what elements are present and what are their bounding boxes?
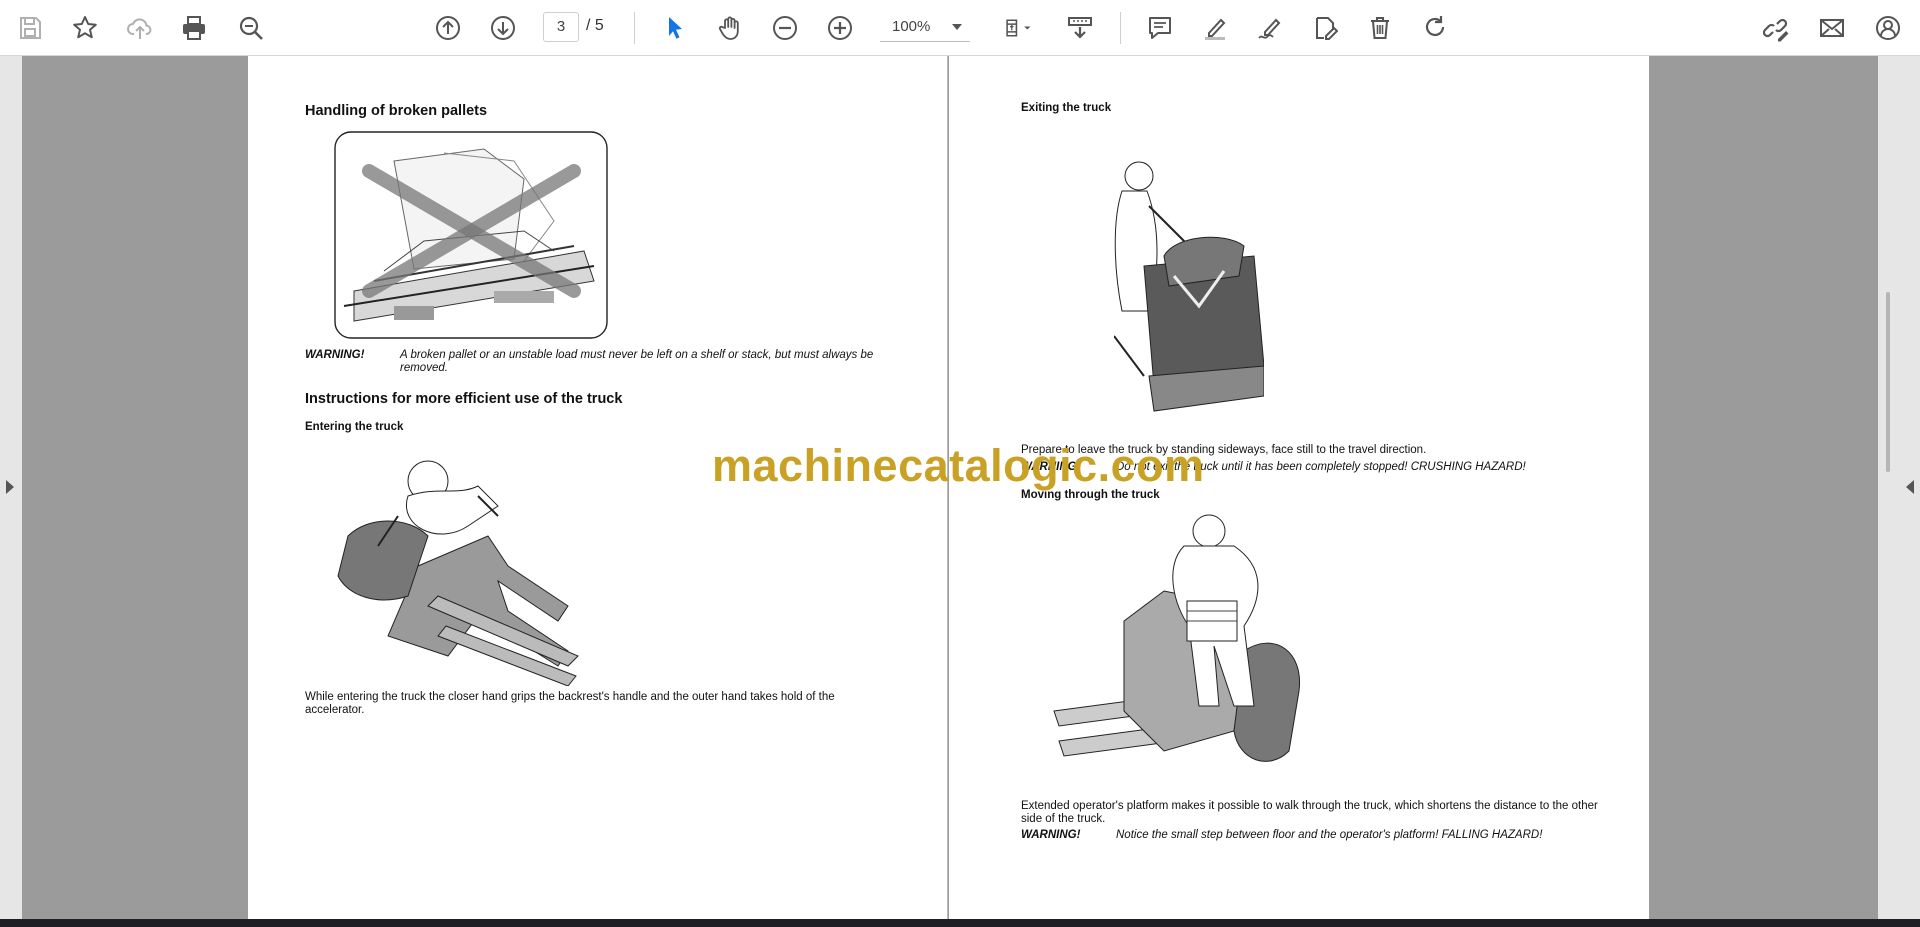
previous-page-icon[interactable] <box>428 8 468 48</box>
body-text-line: accelerator. <box>305 704 365 716</box>
next-page-icon[interactable] <box>483 8 523 48</box>
draw-freehand-icon[interactable] <box>1250 8 1290 48</box>
watermark-text: machinecatalogic.com <box>712 440 1205 491</box>
stamp-edit-icon[interactable] <box>1305 8 1345 48</box>
zoom-level-value: 100% <box>892 18 931 35</box>
warning-text-line: removed. <box>400 362 448 374</box>
warning-label: WARNING! <box>305 349 365 361</box>
zoom-level-dropdown[interactable]: 100% <box>880 12 970 42</box>
email-envelope-icon[interactable] <box>1812 8 1852 48</box>
entering-truck-illustration <box>337 460 579 686</box>
vertical-scrollbar[interactable] <box>1886 292 1890 472</box>
toolbar-divider <box>1120 12 1121 44</box>
page-total: / 5 <box>586 17 604 34</box>
expand-right-panel-icon[interactable] <box>1906 480 1914 494</box>
body-text-line: While entering the truck the closer hand… <box>305 691 835 703</box>
highlight-pen-icon[interactable] <box>1195 8 1235 48</box>
broken-pallet-illustration <box>334 131 608 339</box>
subsection-title-exiting: Exiting the truck <box>1021 102 1112 114</box>
warning-text-line: A broken pallet or an unstable load must… <box>400 349 874 361</box>
warning-text: A broken pallet or an unstable load must… <box>400 349 920 375</box>
expand-left-panel-icon[interactable] <box>6 480 14 494</box>
zoom-out-icon[interactable] <box>765 8 805 48</box>
body-text-line: side of the truck. <box>1021 813 1106 825</box>
page-fit-icon[interactable] <box>992 8 1044 48</box>
moving-description: Extended operator's platform makes it po… <box>1021 800 1641 826</box>
save-icon[interactable] <box>10 8 50 48</box>
redo-rotate-icon[interactable] <box>1415 8 1455 48</box>
bookmark-star-icon[interactable] <box>65 8 105 48</box>
scrolling-mode-icon[interactable] <box>1060 8 1100 48</box>
taskbar-strip <box>0 919 1920 927</box>
delete-trash-icon[interactable] <box>1360 8 1400 48</box>
zoom-in-icon[interactable] <box>820 8 860 48</box>
body-text-line: Extended operator's platform makes it po… <box>1021 800 1598 812</box>
hand-pan-icon[interactable] <box>710 8 750 48</box>
print-icon[interactable] <box>174 8 214 48</box>
cloud-upload-icon[interactable] <box>120 8 160 48</box>
section-title-efficient-use: Instructions for more efficient use of t… <box>305 391 623 407</box>
warning-label: WARNING! <box>1021 829 1081 841</box>
warning-text: Notice the small step between floor and … <box>1116 829 1543 841</box>
user-add-icon[interactable] <box>1868 8 1908 48</box>
toolbar: 3 / 5 100% <box>0 0 1920 56</box>
toolbar-divider <box>634 12 635 44</box>
moving-through-truck-illustration <box>1053 514 1301 762</box>
chevron-down-icon <box>952 24 962 30</box>
select-cursor-icon[interactable] <box>655 8 695 48</box>
page-number-input[interactable]: 3 <box>543 12 579 42</box>
subsection-title-entering: Entering the truck <box>305 421 404 433</box>
zoom-search-icon[interactable] <box>231 8 271 48</box>
link-edit-icon[interactable] <box>1757 8 1797 48</box>
comment-icon[interactable] <box>1140 8 1180 48</box>
exiting-truck-illustration <box>1114 161 1264 412</box>
section-title-broken-pallets: Handling of broken pallets <box>305 103 488 119</box>
entering-description: While entering the truck the closer hand… <box>305 691 925 717</box>
